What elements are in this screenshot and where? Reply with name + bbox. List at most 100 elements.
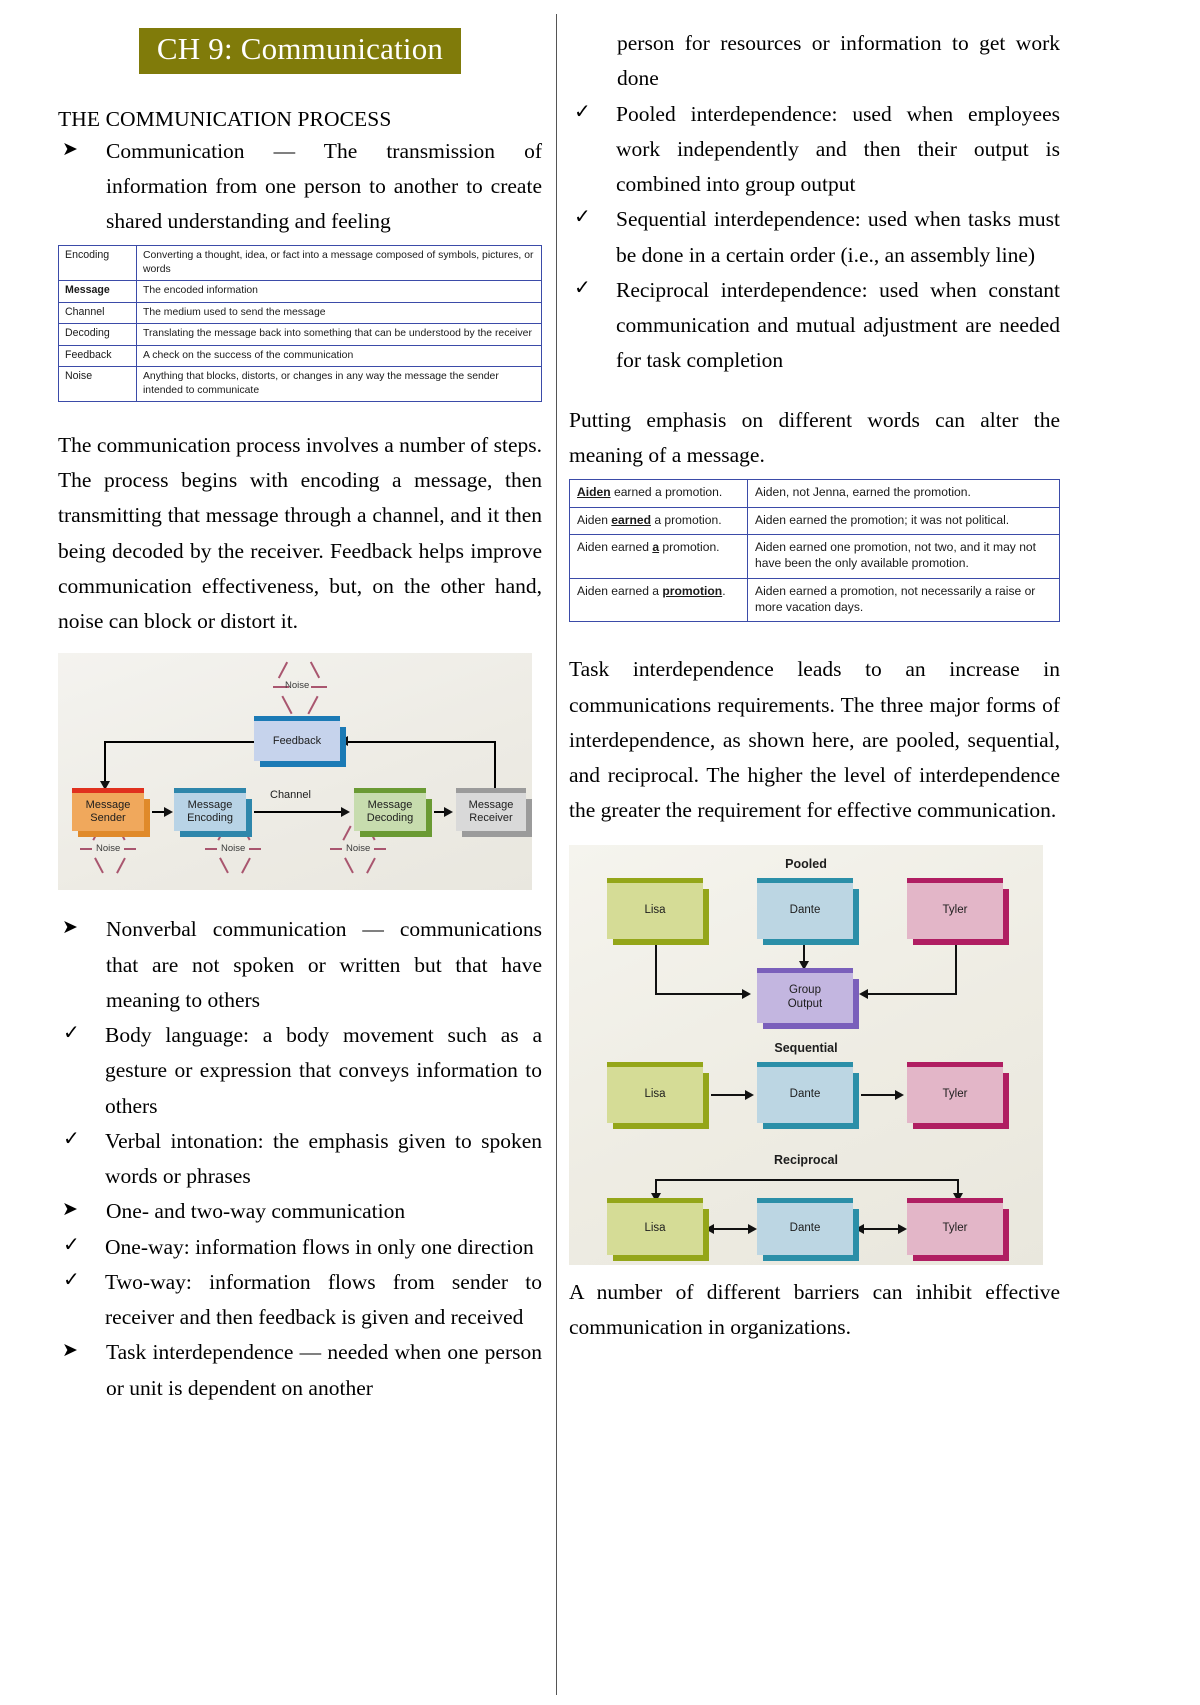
table-row: Channel The medium used to send the messa… (58, 301, 542, 325)
emphasis-meaning-cell: Aiden earned one promotion, not two, and… (747, 534, 1060, 579)
emphasis-meaning-cell: Aiden earned the promotion; it was not p… (747, 506, 1060, 536)
process-definition-cell: The medium used to send the message (136, 301, 542, 325)
noise-ray (309, 662, 320, 679)
process-term-cell: Noise (58, 366, 137, 402)
reciprocal-bracket-top (655, 1178, 959, 1181)
emphasized-word: Aiden (577, 485, 611, 499)
bullet-list-task: ➤ Task interdependence — needed when one… (58, 1335, 542, 1406)
emphasis-table: Aiden earned a promotion. Aiden, not Jenn… (569, 479, 1060, 623)
arrow-bullet-icon: ➤ (62, 138, 78, 160)
noise-ray (366, 858, 376, 874)
figure-interdependence: Pooled Lisa Dante Tyler Group Output Seq… (569, 844, 1043, 1265)
bullet-list-oneway: ➤ One- and two-way communication (58, 1194, 542, 1229)
table-row: Aiden earned a promotion. Aiden earned on… (569, 534, 1060, 579)
feedback-line-right (346, 741, 496, 744)
arrow-bullet-icon: ➤ (62, 1340, 78, 1362)
emphasized-word: promotion (662, 583, 723, 598)
feedback-line-left (104, 741, 256, 744)
sequential-line-1 (711, 1093, 747, 1096)
arrow-lisa-to-dante-2 (748, 1223, 757, 1234)
emphasis-sentence-cell: Aiden earned a promotion. (569, 577, 748, 623)
group-output-label: Group Output (757, 972, 853, 1023)
bullet-list-nonverbal: ➤ Nonverbal communication — communicatio… (58, 912, 542, 1018)
message-decoding-box: Message Decoding (354, 788, 432, 838)
feedback-label: Feedback (254, 721, 340, 762)
arrow-dante-to-tyler (895, 1089, 904, 1100)
table-row: Noise Anything that blocks, distorts, or … (58, 366, 542, 402)
feedback-line-right-down (494, 741, 496, 790)
check-bullet-icon: ✓ (574, 276, 591, 299)
pooled-line-lisa-v (655, 944, 657, 995)
emphasis-sentence-cell: Aiden earned a promotion. (569, 479, 748, 508)
noise-ray (205, 848, 217, 850)
check-bullet-icon: ✓ (63, 1233, 80, 1256)
reciprocal-tyler-box: Tyler (907, 1197, 1009, 1261)
right-column: person for resources or information to g… (557, 0, 1200, 1705)
page-title: CH 9: Communication (58, 28, 542, 74)
feedback-box: Feedback (254, 716, 346, 768)
noise-ray (330, 848, 342, 850)
sequential-dante-label: Dante (757, 1066, 853, 1123)
table-row: Aiden earned a promotion. Aiden earned th… (569, 506, 1060, 536)
feedback-line-left-down (104, 741, 106, 785)
check-bullet-icon: ✓ (63, 1268, 80, 1291)
reciprocal-lisa-label: Lisa (607, 1202, 703, 1255)
noise-ray (281, 696, 293, 715)
sub-nonverbal-1: ✓ Verbal intonation: the emphasis given t… (58, 1124, 542, 1195)
sequential-line-2 (861, 1093, 897, 1096)
noise-ray (307, 696, 319, 715)
message-sender-box: Message Sender (72, 788, 150, 838)
left-column: CH 9: Communication THE COMMUNICATION PR… (0, 0, 556, 1705)
document-page: CH 9: Communication THE COMMUNICATION PR… (0, 0, 1200, 1705)
reciprocal-lisa-box: Lisa (607, 1197, 709, 1261)
noise-ray (219, 858, 229, 874)
noise-ray (311, 686, 327, 688)
check-bullet-icon: ✓ (63, 1022, 80, 1045)
bullet-text: Body language: a body movement such as a… (105, 1023, 542, 1118)
reciprocal-line-2 (861, 1227, 901, 1230)
sequential-tyler-label: Tyler (907, 1066, 1003, 1123)
arrow-tyler-to-output (859, 988, 868, 999)
pooled-line-tyler-v (955, 944, 957, 995)
reciprocal-dante-label: Dante (757, 1202, 853, 1255)
noise-ray (344, 858, 354, 874)
reciprocal-line-1 (711, 1227, 751, 1230)
message-sender-label: Message Sender (72, 793, 144, 832)
sequential-tyler-box: Tyler (907, 1061, 1009, 1129)
bullet-text: Reciprocal interdependence: used when co… (616, 277, 1060, 373)
pooled-tyler-box: Tyler (907, 877, 1009, 945)
arrow-dante-to-tyler-2 (898, 1223, 907, 1234)
bullet-text: Nonverbal communication — communications… (106, 917, 542, 1012)
emphasized-word: earned (611, 512, 651, 527)
bullet-nonverbal-communication: ➤ Nonverbal communication — communicatio… (58, 912, 542, 1018)
pooled-tyler-label: Tyler (907, 882, 1003, 939)
process-definition-cell: A check on the success of the communicat… (136, 344, 542, 368)
bullet-text: Pooled interdependence: used when employ… (616, 101, 1060, 197)
paragraph-communication-process: The communication process involves a num… (58, 432, 542, 634)
pooled-line-lisa-h (655, 992, 743, 995)
sub-interdependence-1: ✓ Sequential interdependence: used when t… (569, 202, 1060, 273)
process-definition-cell: Converting a thought, idea, or fact into… (136, 245, 542, 282)
emphasis-meaning-cell: Aiden earned a promotion, not necessaril… (747, 577, 1060, 623)
emphasis-sentence-cell: Aiden earned a promotion. (569, 506, 748, 536)
continuation-text: person for resources or information to g… (569, 26, 1060, 97)
message-decoding-label: Message Decoding (354, 793, 426, 832)
pooled-line-tyler-h (867, 992, 957, 995)
arrow-sender-to-encoding (164, 807, 173, 818)
arrow-line-channel (254, 811, 342, 814)
figure-communication-process: Noise Feedback Message Sender Message Enco… (58, 653, 532, 891)
emphasis-meaning-cell: Aiden, not Jenna, earned the promotion. (747, 479, 1060, 508)
arrow-lisa-to-dante (745, 1089, 754, 1100)
noise-ray (124, 848, 136, 850)
noise-ray (342, 825, 352, 841)
paragraph-task-interdependence: Task interdependence leads to an increas… (569, 657, 1060, 823)
communication-process-table: Encoding Converting a thought, idea, or f… (58, 245, 542, 402)
sublist-oneway: ✓ One-way: information flows in only one … (58, 1230, 542, 1336)
process-term-cell: Decoding (58, 323, 137, 346)
process-definition-cell: Translating the message back into someth… (136, 323, 542, 346)
pooled-lisa-box: Lisa (607, 877, 709, 945)
check-bullet-icon: ✓ (574, 100, 591, 123)
noise-label-1: Noise (96, 843, 121, 855)
bullet-one-two-way-communication: ➤ One- and two-way communication (58, 1194, 542, 1229)
channel-label: Channel (270, 789, 311, 802)
